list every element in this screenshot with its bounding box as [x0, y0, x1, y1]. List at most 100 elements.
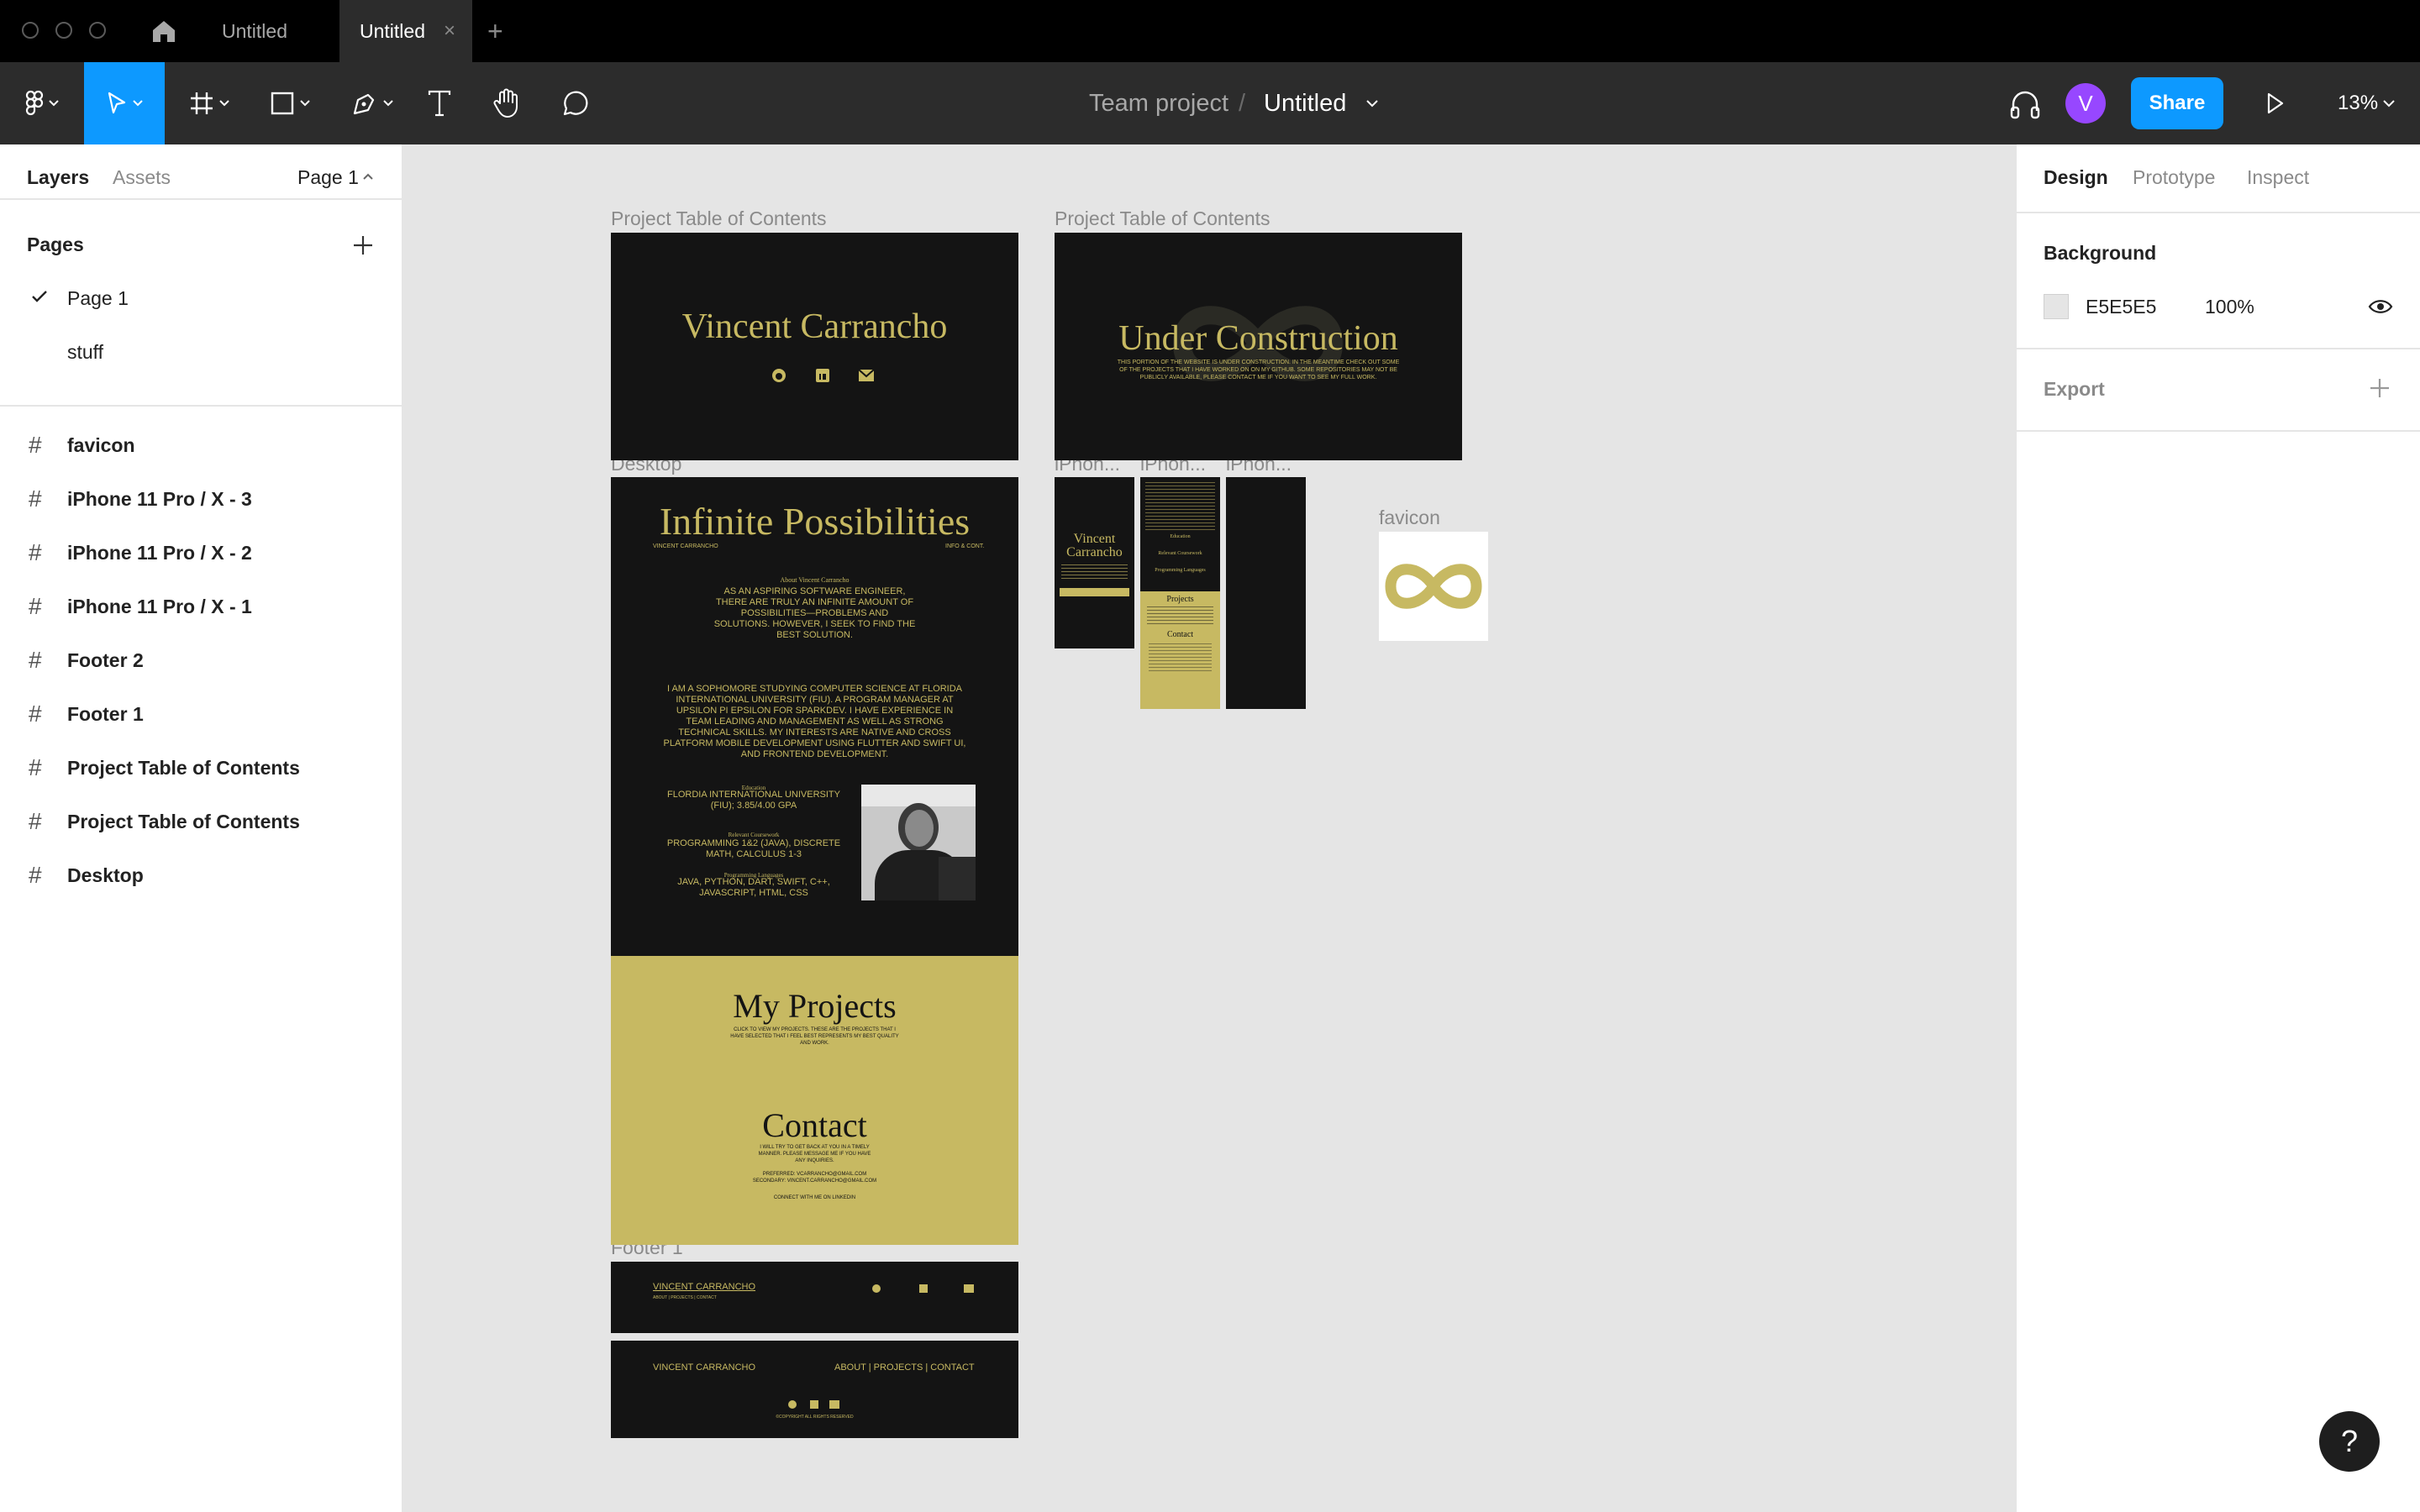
frame-project-toc-2[interactable]: Under Construction THIS PORTION OF THE W…	[1055, 233, 1462, 460]
placeholder-text-lines	[1061, 564, 1128, 581]
languages-text: JAVA, PYTHON, DART, SWIFT, C++, JAVASCRI…	[677, 877, 830, 898]
team-breadcrumb[interactable]: Team project	[1089, 62, 1228, 144]
close-tab-icon[interactable]: ×	[444, 0, 455, 62]
footer-name: VINCENT CARRANCHO	[653, 1362, 756, 1373]
layer-row[interactable]: # favicon	[0, 418, 403, 472]
hand-tool-button[interactable]	[486, 62, 528, 144]
tab-inspect[interactable]: Inspect	[2247, 166, 2309, 189]
contact-email-secondary: SECONDARY: VINCENT.CARRANCHO@GMAIL.COM	[752, 1179, 877, 1184]
home-icon[interactable]	[150, 17, 178, 45]
shape-tool-icon	[271, 92, 294, 115]
pen-tool-button[interactable]	[343, 62, 402, 144]
frame-project-toc-1[interactable]: Vincent Carrancho	[611, 233, 1018, 460]
background-swatch[interactable]	[2044, 294, 2069, 319]
text-tool-icon	[428, 90, 451, 117]
chevron-down-icon	[383, 100, 393, 107]
frame-iphone-2[interactable]: Education Relevant Coursework Programmin…	[1140, 477, 1220, 709]
shape-tool-button[interactable]	[260, 62, 319, 144]
chevron-down-icon	[300, 100, 310, 107]
window-maximize-button[interactable]	[89, 22, 106, 39]
present-button[interactable]	[2262, 91, 2287, 116]
placeholder-text-lines	[1147, 606, 1213, 625]
tab-untitled-2[interactable]: Untitled ×	[339, 0, 472, 62]
layer-row[interactable]: # Desktop	[0, 848, 403, 902]
eye-icon[interactable]	[2368, 297, 2393, 316]
layer-row[interactable]: # Footer 1	[0, 687, 403, 741]
hand-tool-icon	[493, 88, 518, 118]
linkedin-icon	[816, 369, 829, 382]
tab-prototype[interactable]: Prototype	[2133, 166, 2215, 189]
layer-row[interactable]: # iPhone 11 Pro / X - 2	[0, 526, 403, 580]
frame-footer-1[interactable]: VINCENT CARRANCHO ABOUT | PROJECTS | CON…	[611, 1262, 1018, 1333]
breadcrumb-separator: /	[1239, 90, 1246, 117]
coursework-text: PROGRAMMING 1&2 (JAVA), DISCRETE MATH, C…	[666, 838, 841, 859]
divider	[2017, 348, 2420, 349]
chevron-down-icon[interactable]	[2383, 100, 2395, 108]
tab-layers[interactable]: Layers	[27, 166, 89, 189]
frame-icon: #	[29, 647, 42, 673]
tab-assets[interactable]: Assets	[113, 166, 171, 189]
frame-iphone-3[interactable]	[1226, 477, 1306, 709]
window-close-button[interactable]	[22, 22, 39, 39]
file-name[interactable]: Untitled	[1264, 62, 1346, 144]
frame-icon: #	[29, 754, 42, 780]
icon-row	[1060, 588, 1129, 596]
frame-iphone-1[interactable]: Vincent Carrancho	[1055, 477, 1134, 648]
layer-row[interactable]: # Project Table of Contents	[0, 795, 403, 848]
window-minimize-button[interactable]	[55, 22, 72, 39]
frame-icon: #	[29, 701, 42, 727]
page-item-page-1[interactable]: Page 1	[67, 287, 129, 310]
zoom-level[interactable]: 13%	[2338, 62, 2378, 144]
export-heading: Export	[2044, 378, 2105, 400]
contact-heading: Contact	[762, 1106, 867, 1144]
frame-label[interactable]: Project Table of Contents	[1055, 207, 1270, 230]
background-heading: Background	[2044, 242, 2157, 264]
frame-desktop[interactable]: Infinite Possibilities VINCENT CARRANCHO…	[611, 477, 1018, 1245]
frame-label[interactable]: Project Table of Contents	[611, 207, 827, 230]
play-icon	[2267, 92, 2284, 114]
chevron-down-icon	[49, 100, 59, 107]
frame-favicon[interactable]	[1379, 532, 1488, 641]
add-export-icon[interactable]	[2370, 378, 2390, 398]
add-page-icon[interactable]	[353, 235, 373, 255]
about-paragraph-2: I AM A SOPHOMORE STUDYING COMPUTER SCIEN…	[663, 684, 966, 759]
audio-button[interactable]	[2008, 87, 2042, 121]
page-item-stuff[interactable]: stuff	[67, 341, 103, 364]
pen-tool-icon	[353, 93, 375, 115]
github-icon	[872, 1284, 881, 1293]
frame-icon: #	[29, 593, 42, 619]
github-icon	[788, 1400, 797, 1409]
section-heading: Education	[1170, 534, 1191, 539]
move-tool-icon	[108, 92, 126, 114]
chevron-up-icon[interactable]	[363, 173, 373, 180]
divider	[0, 198, 403, 200]
new-tab-button[interactable]: +	[487, 15, 503, 47]
page-switcher[interactable]: Page 1	[297, 166, 359, 189]
move-tool-button[interactable]	[84, 62, 165, 144]
share-button[interactable]: Share	[2131, 77, 2223, 129]
layer-row[interactable]: # Footer 2	[0, 633, 403, 687]
layer-row[interactable]: # Project Table of Contents	[0, 741, 403, 795]
about-heading: About Vincent Carrancho	[780, 576, 850, 584]
footer-name: VINCENT CARRANCHO	[653, 1282, 756, 1292]
background-color-value[interactable]: E5E5E5	[2086, 296, 2156, 318]
github-icon	[772, 369, 786, 382]
frame-icon: #	[29, 539, 42, 565]
frame-label[interactable]: favicon	[1379, 507, 1440, 529]
tab-untitled-1[interactable]: Untitled	[195, 0, 338, 62]
chevron-down-icon[interactable]	[1366, 100, 1378, 108]
layer-row[interactable]: # iPhone 11 Pro / X - 3	[0, 472, 403, 526]
comment-tool-button[interactable]	[553, 62, 595, 144]
help-button[interactable]: ?	[2319, 1411, 2380, 1472]
tab-design[interactable]: Design	[2044, 166, 2108, 189]
divider	[0, 405, 403, 407]
background-opacity-value[interactable]: 100%	[2205, 296, 2254, 318]
section-heading: Programming Languages	[1155, 568, 1206, 573]
text-tool-button[interactable]	[418, 62, 460, 144]
main-menu-button[interactable]	[15, 62, 69, 144]
frame-footer-2[interactable]: VINCENT CARRANCHO ABOUT | PROJECTS | CON…	[611, 1341, 1018, 1438]
avatar[interactable]: V	[2065, 83, 2106, 123]
layer-row[interactable]: # iPhone 11 Pro / X - 1	[0, 580, 403, 633]
frame-title: Under Construction	[1118, 319, 1398, 358]
frame-tool-button[interactable]	[180, 62, 239, 144]
